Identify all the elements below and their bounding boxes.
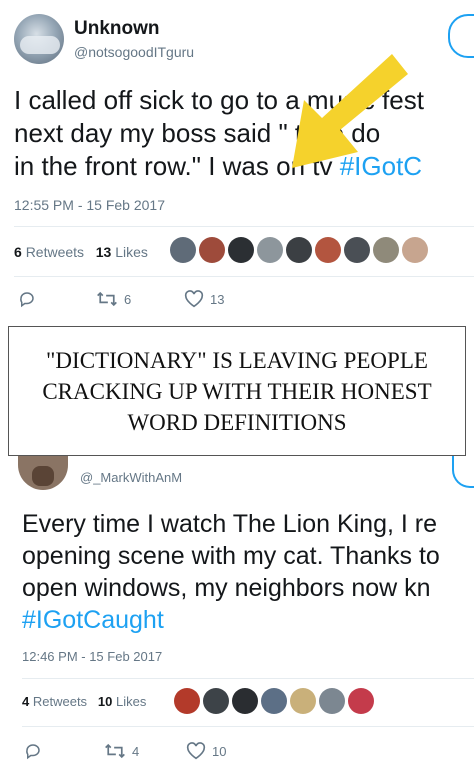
tweet-text-line: next day my boss said " time do	[14, 118, 381, 148]
retweets-label[interactable]: Retweets	[33, 694, 87, 709]
liker-avatar[interactable]	[257, 237, 283, 263]
liker-avatar[interactable]	[286, 237, 312, 263]
tweet-text-line: Every time I watch The Lion King, I re	[22, 510, 438, 538]
article-caption: "DICTIONARY" IS LEAVING PEOPLE CRACKING …	[8, 326, 466, 456]
like-button[interactable]: 10	[186, 742, 226, 760]
retweets-label[interactable]: Retweets	[26, 244, 84, 260]
user-handle[interactable]: @notsogoodITguru	[74, 44, 194, 60]
liker-avatar[interactable]	[315, 237, 341, 263]
like-count: 13	[210, 291, 225, 307]
tweet-text-line: open windows, my neighbors now kn	[22, 574, 431, 602]
tweet-timestamp[interactable]: 12:55 PM - 15 Feb 2017	[14, 197, 165, 213]
heart-icon	[184, 290, 204, 308]
tweet-text: I called off sick to go to a music fest …	[14, 84, 474, 183]
user-handle[interactable]: @_MarkWithAnM	[80, 470, 182, 485]
liker-avatar[interactable]	[319, 688, 345, 714]
liker-avatar[interactable]	[348, 688, 374, 714]
tweet-card-2: @_MarkWithAnM Every time I watch The Lio…	[0, 456, 474, 773]
hashtag-link[interactable]: #IGotCaught	[22, 604, 474, 636]
retweet-icon	[97, 291, 117, 307]
tweet-actions: 4 10	[0, 742, 474, 766]
user-avatar[interactable]	[18, 456, 68, 490]
liker-avatar[interactable]	[228, 237, 254, 263]
reply-button[interactable]	[24, 742, 42, 760]
divider	[14, 276, 474, 277]
tweet-card-1: Unknown @notsogoodITguru I called off si…	[0, 0, 474, 322]
retweet-button[interactable]: 4	[104, 742, 139, 760]
tweet-actions: 6 13	[0, 290, 474, 314]
like-button[interactable]: 13	[184, 290, 224, 308]
liker-avatar[interactable]	[290, 688, 316, 714]
tweet-text: Every time I watch The Lion King, I re o…	[22, 508, 474, 636]
liker-avatar[interactable]	[203, 688, 229, 714]
engagement-stats: 4 Retweets 10 Likes	[22, 694, 146, 709]
retweet-count: 4	[132, 743, 140, 759]
retweets-count[interactable]: 6	[14, 244, 22, 260]
liker-avatar[interactable]	[199, 237, 225, 263]
liker-avatar[interactable]	[402, 237, 428, 263]
hashtag-link[interactable]: #IGotC	[340, 151, 422, 181]
likes-count[interactable]: 10	[98, 694, 112, 709]
reply-icon	[26, 744, 40, 760]
user-display-name[interactable]: Unknown	[74, 18, 160, 40]
follow-button[interactable]	[452, 456, 474, 488]
retweets-count[interactable]: 4	[22, 694, 29, 709]
divider	[14, 226, 474, 227]
engagement-stats: 6 Retweets 13 Likes	[14, 244, 148, 260]
user-avatar[interactable]	[14, 14, 64, 64]
liker-avatar[interactable]	[174, 688, 200, 714]
retweet-icon	[105, 743, 125, 759]
reply-button[interactable]	[18, 290, 36, 308]
retweet-count: 6	[124, 291, 132, 307]
liker-avatars	[174, 688, 374, 714]
liker-avatar[interactable]	[232, 688, 258, 714]
tweet-text-line: opening scene with my cat. Thanks to	[22, 542, 440, 570]
tweet-text-line: I called off sick to go to a music fest	[14, 85, 424, 115]
divider	[22, 678, 474, 679]
retweet-button[interactable]: 6	[96, 290, 131, 308]
reply-icon	[20, 292, 34, 308]
tweet-text-line: in the front row." I was on tv #IGotC	[14, 151, 423, 181]
liker-avatar[interactable]	[373, 237, 399, 263]
caption-text: "DICTIONARY" IS LEAVING PEOPLE CRACKING …	[42, 347, 432, 435]
liker-avatar[interactable]	[344, 237, 370, 263]
likes-label[interactable]: Likes	[115, 244, 148, 260]
liker-avatar[interactable]	[170, 237, 196, 263]
like-count: 10	[212, 743, 227, 759]
liker-avatars	[170, 237, 428, 263]
follow-button[interactable]	[448, 14, 474, 58]
likes-label[interactable]: Likes	[116, 694, 146, 709]
divider	[22, 726, 474, 727]
tweet-timestamp[interactable]: 12:46 PM - 15 Feb 2017	[22, 649, 162, 664]
heart-icon	[186, 742, 206, 760]
liker-avatar[interactable]	[261, 688, 287, 714]
likes-count[interactable]: 13	[96, 244, 112, 260]
